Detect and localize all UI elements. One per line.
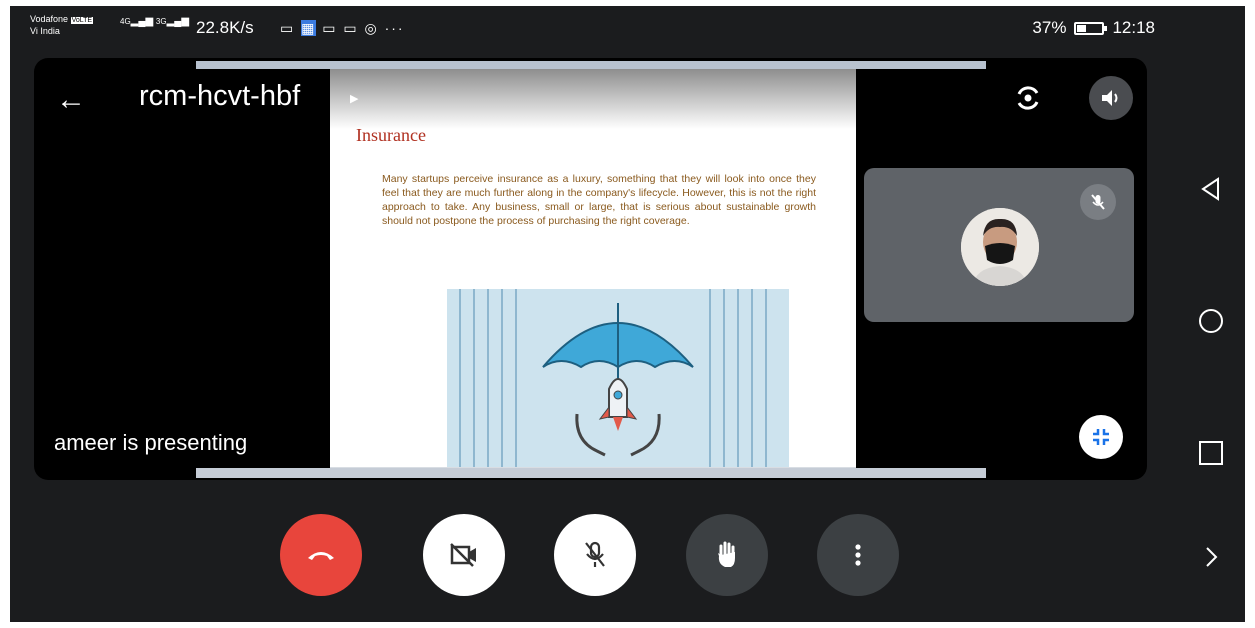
battery-percent: 37% [1032, 18, 1067, 37]
more-vert-icon [855, 544, 861, 566]
speaker-button[interactable] [1089, 76, 1133, 120]
mic-off-icon [1091, 194, 1105, 210]
mic-off-icon [585, 541, 605, 567]
nav-home-icon[interactable] [1198, 308, 1224, 334]
mic-off-indicator [1080, 184, 1116, 220]
phone-screen: Vodafone VoLTE Vi India 4G▂▄▆ 3G▂▄▆ 22.8… [10, 6, 1245, 622]
speaker-icon [1102, 90, 1118, 106]
carrier-name: Vodafone [30, 14, 69, 24]
network-speed: 22.8K/s [196, 18, 254, 37]
carrier-info: Vodafone VoLTE Vi India [30, 14, 94, 37]
slide-body: Many startups perceive insurance as a lu… [382, 173, 816, 227]
collapse-button[interactable] [1079, 415, 1123, 459]
signal-strength-icon: 4G▂▄▆ 3G▂▄▆ [120, 16, 190, 27]
presenting-label: ameer is presenting [54, 430, 248, 455]
switch-camera-button[interactable] [1006, 76, 1050, 120]
status-right: 37% 12:18 [1032, 18, 1155, 38]
nav-expand-icon[interactable] [1198, 544, 1224, 570]
volte-badge: VoLTE [70, 17, 94, 24]
camera-toggle-button[interactable] [423, 514, 505, 596]
network-type-label: 4G [120, 17, 131, 26]
slide-title: Insurance [356, 125, 426, 145]
self-view-tile[interactable] [864, 168, 1134, 322]
collapse-icon [1093, 429, 1109, 445]
slide-left-pane [196, 69, 330, 478]
meeting-code[interactable]: rcm-hcvt-hbf [139, 80, 300, 113]
clock: 12:18 [1112, 18, 1155, 37]
nav-recents-icon[interactable] [1198, 440, 1224, 466]
nav-back-icon[interactable] [1198, 176, 1224, 202]
chevron-right-icon[interactable]: ▶ [350, 92, 358, 105]
avatar [961, 208, 1039, 286]
more-options-button[interactable] [817, 514, 899, 596]
back-arrow-icon[interactable]: ← [56, 85, 86, 115]
raise-hand-button[interactable] [686, 514, 768, 596]
carrier-sub: Vi India [30, 26, 60, 36]
battery-icon [1074, 21, 1108, 35]
switch-camera-icon [1017, 86, 1039, 110]
hand-icon [718, 541, 735, 567]
powerpoint-statusbar [196, 468, 986, 478]
slide: Insurance Many startups perceive insuran… [330, 69, 856, 467]
network-type-2-label: 3G [155, 17, 167, 26]
camera-off-icon [450, 543, 476, 567]
end-call-button[interactable] [280, 514, 362, 596]
notification-icons: ▭ ▦ ▭ ▭ ◎ ··· [280, 20, 405, 36]
mic-toggle-button[interactable] [554, 514, 636, 596]
person-masked-icon [961, 208, 1039, 286]
presentation-stage[interactable]: Insurance Many startups perceive insuran… [34, 58, 1147, 480]
insurance-illustration [447, 289, 789, 467]
umbrella-rocket-icon [542, 303, 694, 457]
powerpoint-titlebar [196, 61, 986, 69]
phone-hangup-icon [308, 552, 334, 560]
